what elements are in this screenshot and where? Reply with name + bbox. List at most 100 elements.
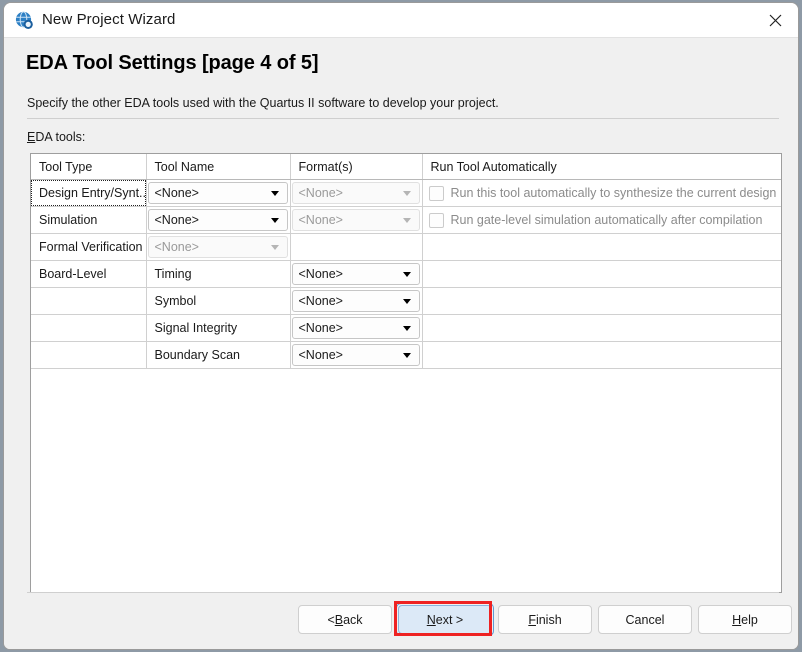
tool-type-label: Formal Verification	[39, 240, 143, 254]
format-dropdown-value: <None>	[298, 213, 343, 227]
cell-tool-type-simulation[interactable]: Simulation	[31, 206, 147, 234]
cell-tool-type-blank-signal-integrity[interactable]	[31, 314, 147, 342]
cell-run-auto-symbol	[422, 287, 781, 315]
tool-name-dropdown-design-entry[interactable]: <None>	[147, 182, 288, 204]
run-auto-label-design-entry: Run this tool automatically to synthesiz…	[450, 186, 777, 200]
column-header-tool-name-label: Tool Name	[154, 159, 215, 174]
column-header-tool-type: Tool Type	[31, 154, 147, 180]
cell-tool-name-symbol[interactable]: Symbol	[146, 287, 291, 315]
cell-tool-type-blank-boundary-scan[interactable]	[31, 341, 147, 369]
tool-name-dropdown-value: <None>	[154, 240, 199, 254]
wizard-page-content: EDA Tool Settings [page 4 of 5] Specify …	[4, 38, 798, 649]
cell-format-boundary-scan[interactable]: <None>	[290, 341, 423, 369]
tool-name-dropdown-formal-verification[interactable]: <None>	[147, 236, 288, 258]
eda-tools-label: EDA tools:	[27, 130, 85, 144]
format-dropdown-symbol[interactable]: <None>	[291, 290, 420, 312]
eda-tools-label-rest: DA tools:	[35, 130, 86, 144]
column-header-formats-label: Format(s)	[298, 159, 353, 174]
cell-tool-type-formal-verification[interactable]: Formal Verification	[31, 233, 147, 261]
next-button-suffix: ext >	[435, 612, 464, 627]
cell-format-timing[interactable]: <None>	[290, 260, 423, 288]
tool-name-label: Timing	[154, 267, 192, 281]
format-dropdown-simulation[interactable]: <None>	[291, 209, 420, 231]
chevron-down-icon	[398, 217, 416, 223]
window-titlebar: New Project Wizard	[4, 3, 798, 38]
eda-tools-table-panel: Tool Type Tool Name Format(s) Run Tool A…	[30, 153, 782, 593]
format-dropdown-value: <None>	[298, 267, 343, 281]
column-header-tool-type-label: Tool Type	[39, 159, 93, 174]
table-row: Board-Level Timing <None>	[31, 260, 781, 288]
format-dropdown-signal-integrity[interactable]: <None>	[291, 317, 420, 339]
cell-tool-name-design-entry[interactable]: <None>	[146, 179, 291, 207]
finish-button-accel: F	[528, 612, 536, 627]
format-dropdown-value: <None>	[298, 348, 343, 362]
wizard-button-bar: < Back Next > Finish Cancel Help	[4, 601, 798, 639]
cell-run-auto-design-entry[interactable]: Run this tool automatically to synthesiz…	[422, 179, 782, 207]
tool-name-dropdown-simulation[interactable]: <None>	[147, 209, 288, 231]
checkbox-run-tool-automatically-design-entry[interactable]	[428, 185, 444, 201]
page-description: Specify the other EDA tools used with th…	[27, 96, 499, 110]
cell-format-formal-verification	[290, 233, 423, 261]
cell-run-auto-formal-verification	[422, 233, 781, 261]
run-auto-checkbox-row-simulation[interactable]: Run gate-level simulation automatically …	[423, 207, 782, 233]
cell-tool-name-signal-integrity[interactable]: Signal Integrity	[146, 314, 291, 342]
tool-type-label: Board-Level	[39, 267, 107, 281]
format-dropdown-value: <None>	[298, 186, 343, 200]
format-dropdown-value: <None>	[298, 294, 343, 308]
format-dropdown-value: <None>	[298, 321, 343, 335]
table-row: Boundary Scan <None>	[31, 341, 781, 369]
cell-tool-name-boundary-scan[interactable]: Boundary Scan	[146, 341, 291, 369]
cell-tool-name-timing[interactable]: Timing	[146, 260, 291, 288]
help-button-accel: H	[732, 612, 742, 627]
run-auto-checkbox-row-design-entry[interactable]: Run this tool automatically to synthesiz…	[423, 180, 782, 206]
format-dropdown-design-entry[interactable]: <None>	[291, 182, 420, 204]
chevron-down-icon	[398, 190, 416, 196]
page-title: EDA Tool Settings [page 4 of 5]	[26, 52, 319, 74]
cell-run-auto-simulation[interactable]: Run gate-level simulation automatically …	[422, 206, 782, 234]
back-button-prefix: <	[327, 612, 335, 627]
format-dropdown-boundary-scan[interactable]: <None>	[291, 344, 420, 366]
run-auto-label-simulation: Run gate-level simulation automatically …	[450, 213, 763, 227]
tool-name-label: Symbol	[154, 294, 197, 308]
window-title: New Project Wizard	[42, 11, 176, 28]
cell-tool-type-design-entry[interactable]: Design Entry/Synt...	[31, 179, 147, 207]
chevron-down-icon	[398, 325, 416, 331]
cell-tool-name-simulation[interactable]: <None>	[146, 206, 291, 234]
table-row: Design Entry/Synt... <None> <None> Run t…	[31, 179, 782, 207]
cell-format-simulation[interactable]: <None>	[290, 206, 423, 234]
back-button[interactable]: < Back	[298, 605, 392, 634]
new-project-wizard-window: New Project Wizard EDA Tool Settings [pa…	[3, 2, 799, 650]
cell-run-auto-signal-integrity	[422, 314, 781, 342]
column-header-run-tool-automatically-label: Run Tool Automatically	[430, 159, 557, 174]
tool-type-label: Design Entry/Synt...	[39, 186, 146, 200]
close-icon[interactable]	[752, 3, 798, 38]
next-button[interactable]: Next >	[398, 605, 492, 634]
column-header-formats: Format(s)	[290, 154, 423, 180]
cell-run-auto-timing	[422, 260, 781, 288]
cancel-button[interactable]: Cancel	[598, 605, 692, 634]
chevron-down-icon	[266, 190, 284, 196]
table-row: Formal Verification <None>	[31, 233, 781, 261]
finish-button-suffix: inish	[535, 612, 562, 627]
cell-run-auto-boundary-scan	[422, 341, 781, 369]
back-button-accel: B	[334, 612, 344, 627]
cell-tool-name-formal-verification[interactable]: <None>	[146, 233, 291, 261]
eda-tools-table: Tool Type Tool Name Format(s) Run Tool A…	[31, 154, 781, 369]
cell-format-symbol[interactable]: <None>	[290, 287, 423, 315]
cell-format-signal-integrity[interactable]: <None>	[290, 314, 423, 342]
checkbox-run-gate-level-simulation[interactable]	[428, 212, 444, 228]
back-button-suffix: ack	[343, 612, 363, 627]
help-button[interactable]: Help	[698, 605, 792, 634]
cell-tool-type-board-level[interactable]: Board-Level	[31, 260, 147, 288]
table-row: Simulation <None> <None> Run gate-level …	[31, 206, 782, 234]
chevron-down-icon	[266, 217, 284, 223]
finish-button[interactable]: Finish	[498, 605, 592, 634]
header-divider	[27, 118, 779, 119]
chevron-down-icon	[398, 271, 416, 277]
column-header-tool-name: Tool Name	[146, 154, 291, 180]
cell-tool-type-blank-symbol[interactable]	[31, 287, 147, 315]
footer-divider	[27, 592, 779, 593]
format-dropdown-timing[interactable]: <None>	[291, 263, 420, 285]
cell-format-design-entry[interactable]: <None>	[290, 179, 423, 207]
table-row: Symbol <None>	[31, 287, 781, 315]
